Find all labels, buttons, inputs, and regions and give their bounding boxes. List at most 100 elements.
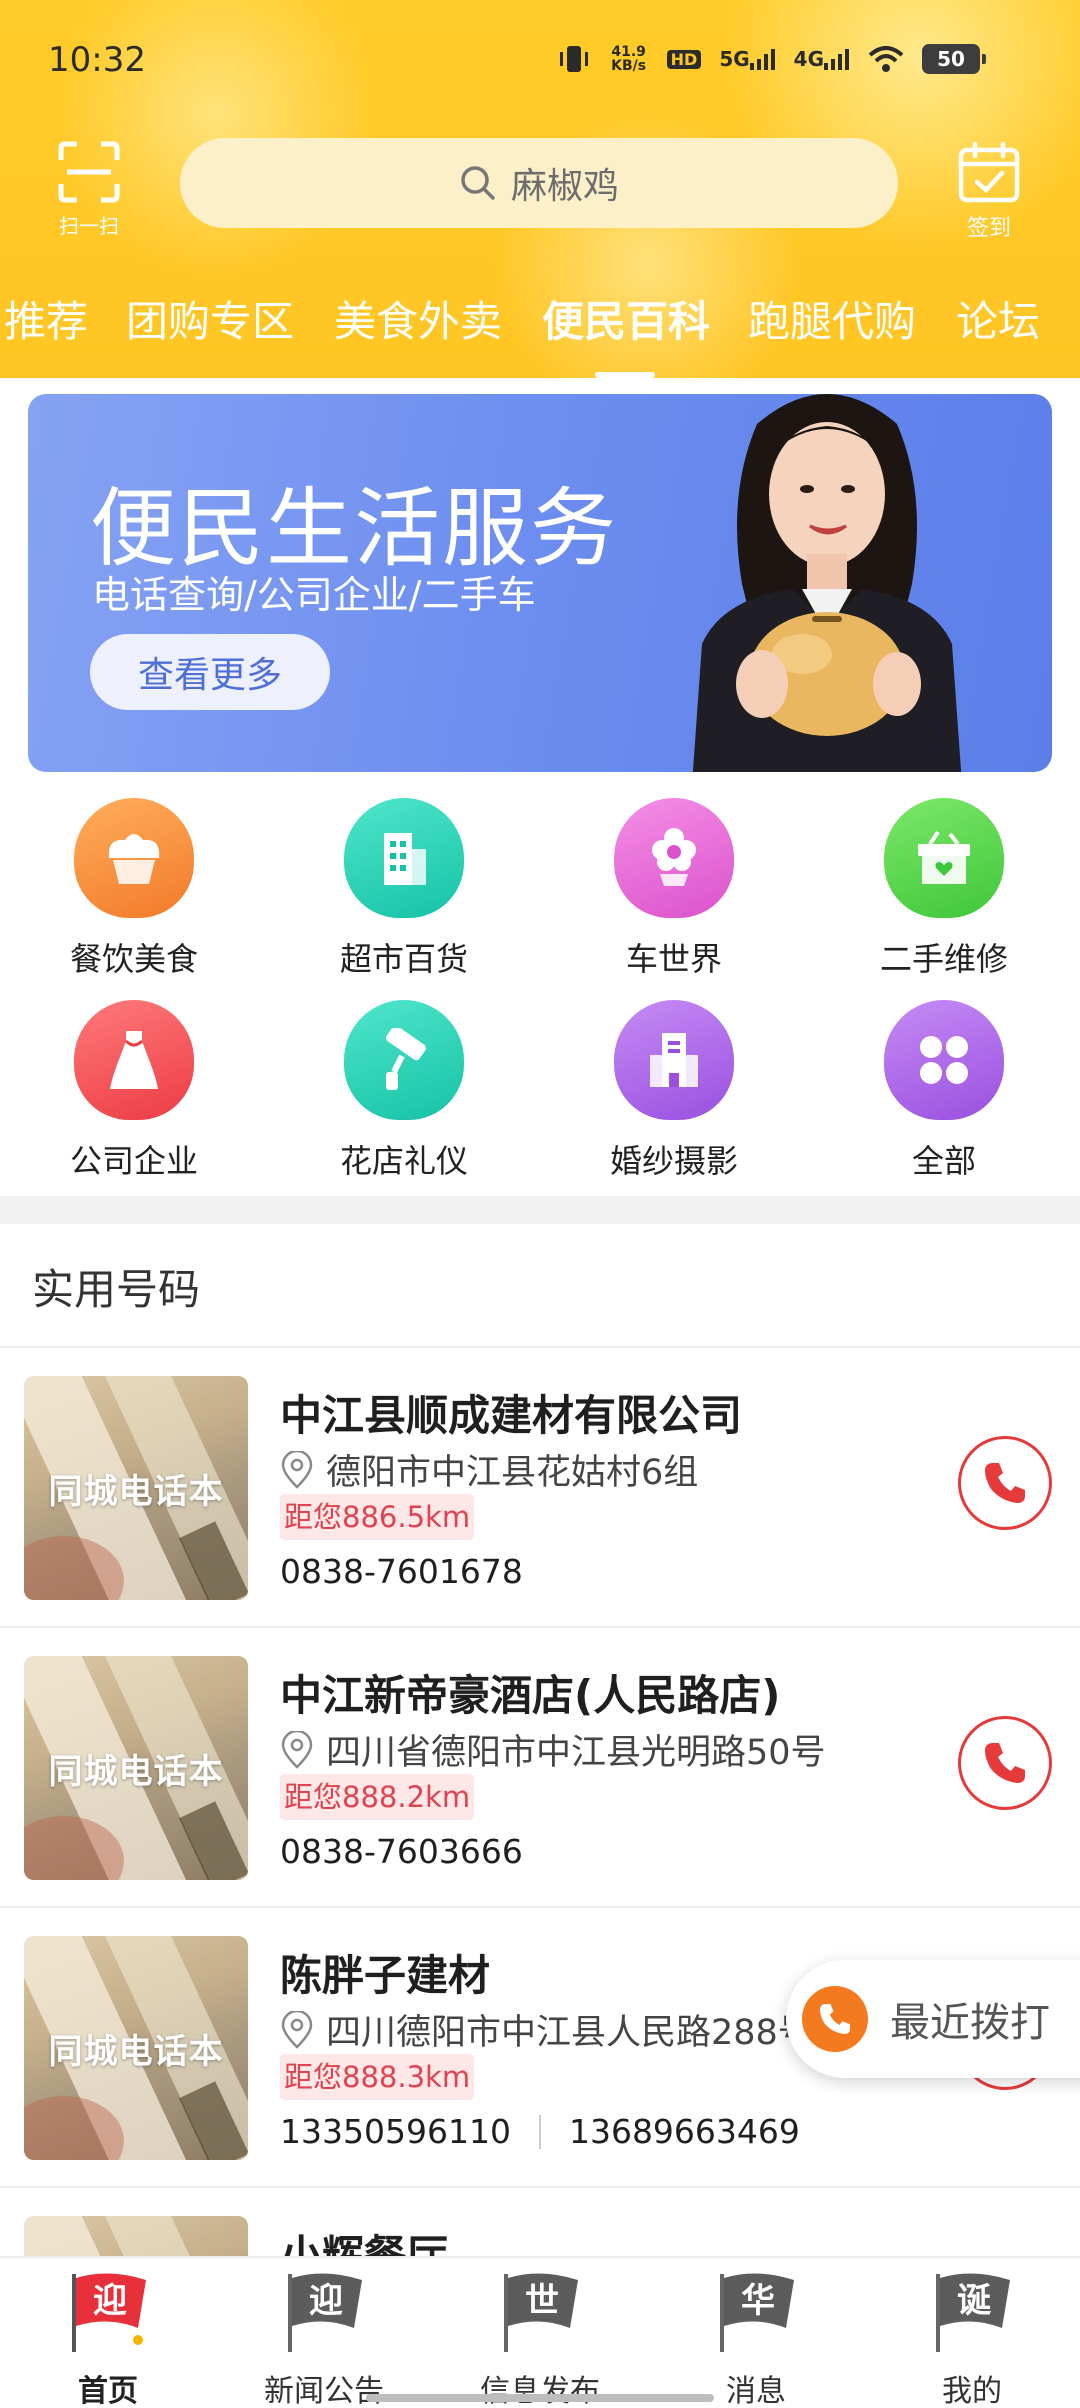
location-pin-icon bbox=[281, 1450, 313, 1489]
dress-icon bbox=[74, 1000, 194, 1120]
list-item[interactable]: 同城电话本 中江新帝豪酒店(人民路店) 四川省德阳市中江县光明路50号 距您88… bbox=[0, 1628, 1080, 1908]
phone-number[interactable]: 0838-7603666 bbox=[280, 1832, 523, 1871]
flag-char: 华 bbox=[741, 2281, 775, 2321]
office-building-icon bbox=[614, 1000, 734, 1120]
category-all[interactable]: 全部 bbox=[844, 1000, 1044, 1182]
address-text: 四川德阳市中江县人民路288号 bbox=[326, 2013, 813, 2053]
business-name: 陈胖子建材 bbox=[280, 1951, 491, 2000]
thumbnail-image: 同城电话本 bbox=[24, 1656, 248, 1880]
cupcake-icon bbox=[74, 798, 194, 918]
search-placeholder: 麻椒鸡 bbox=[510, 166, 619, 207]
bottom-nav: 迎 首页 迎 新闻公告 世 信息发布 华 消息 诞 我的 bbox=[0, 2256, 1080, 2408]
signal-5g-label: 5G bbox=[719, 47, 750, 71]
flag-char: 世 bbox=[525, 2281, 559, 2321]
checkin-button[interactable]: 签到 bbox=[952, 140, 1026, 242]
phone-icon bbox=[802, 1986, 868, 2052]
distance-badge: 距您886.5km bbox=[280, 1494, 475, 1540]
tab-food-delivery[interactable]: 美食外卖 bbox=[334, 288, 502, 349]
nav-messages[interactable]: 华 消息 bbox=[676, 2268, 836, 2408]
category-company[interactable]: 公司企业 bbox=[34, 1000, 234, 1182]
net-speed-text: 41.9 KB/s bbox=[611, 44, 647, 74]
category-secondhand[interactable]: 二手维修 bbox=[844, 798, 1044, 980]
search-icon bbox=[461, 166, 495, 200]
flag-char: 迎 bbox=[309, 2281, 343, 2321]
nav-profile[interactable]: 诞 我的 bbox=[892, 2268, 1052, 2408]
address-text: 四川省德阳市中江县光明路50号 bbox=[326, 1733, 826, 1773]
woman-with-piggy-bank-image bbox=[692, 394, 962, 772]
signal-5g-icon: 5G bbox=[719, 47, 775, 71]
view-more-button[interactable]: 查看更多 bbox=[90, 634, 330, 710]
gray-flag-icon: 迎 bbox=[288, 2273, 362, 2352]
category-label: 超市百货 bbox=[339, 940, 468, 978]
flag-char: 诞 bbox=[957, 2281, 991, 2321]
location-pin-icon bbox=[281, 1730, 313, 1769]
recent-calls-button[interactable]: 最近拨打 bbox=[786, 1960, 1080, 2078]
tab-errand[interactable]: 跑腿代购 bbox=[748, 288, 916, 349]
gift-box-icon bbox=[884, 798, 1004, 918]
scan-label: 扫一扫 bbox=[59, 214, 119, 238]
scan-icon bbox=[58, 141, 120, 203]
status-bar: 10:32 41.9 KB/s HD 5G 4G 50 bbox=[0, 0, 1080, 128]
category-florist[interactable]: 花店礼仪 bbox=[304, 1000, 504, 1182]
location-pin-icon bbox=[281, 2010, 313, 2049]
phone-divider bbox=[538, 2114, 541, 2149]
thumbnail-label: 同城电话本 bbox=[48, 1471, 224, 1512]
thumbnail-label: 同城电话本 bbox=[48, 2031, 224, 2072]
call-button[interactable] bbox=[958, 1436, 1052, 1530]
business-name: 中江新帝豪酒店(人民路店) bbox=[280, 1671, 781, 1720]
address: 四川省德阳市中江县光明路50号 bbox=[280, 1724, 826, 1775]
nav-news[interactable]: 迎 新闻公告 bbox=[244, 2268, 404, 2408]
distance-badge: 距您888.2km bbox=[280, 1774, 475, 1820]
four-petal-icon bbox=[884, 1000, 1004, 1120]
signal-4g-icon: 4G bbox=[794, 47, 850, 71]
nav-label: 首页 bbox=[78, 2374, 138, 2408]
home-indicator[interactable] bbox=[366, 2394, 714, 2402]
nav-home[interactable]: 迎 首页 bbox=[28, 2268, 188, 2408]
tab-forum[interactable]: 论坛 bbox=[956, 288, 1040, 349]
category-label: 花店礼仪 bbox=[339, 1142, 468, 1180]
recent-calls-label: 最近拨打 bbox=[890, 2000, 1050, 2046]
phone-number[interactable]: 13350596110 bbox=[280, 2112, 511, 2151]
phone-numbers: 13350596110 13689663469 bbox=[280, 2112, 800, 2151]
category-label: 全部 bbox=[911, 1142, 976, 1180]
battery-icon: 50 bbox=[922, 44, 986, 74]
category-car[interactable]: 车世界 bbox=[574, 798, 774, 980]
category-label: 餐饮美食 bbox=[69, 940, 198, 978]
scan-button[interactable]: 扫一扫 bbox=[52, 140, 126, 239]
address-text: 德阳市中江县花姑村6组 bbox=[326, 1453, 699, 1493]
phone-numbers: 0838-7603666 bbox=[280, 1832, 523, 1871]
call-button[interactable] bbox=[958, 1716, 1052, 1810]
hd-icon: HD bbox=[666, 49, 702, 69]
gray-flag-icon: 华 bbox=[720, 2273, 794, 2352]
thumbnail-image: 同城电话本 bbox=[24, 1376, 248, 1600]
tab-convenience[interactable]: 便民百科 bbox=[542, 288, 710, 349]
vibrate-icon bbox=[557, 44, 591, 74]
thumbnail-label: 同城电话本 bbox=[48, 1751, 224, 1792]
phone-icon bbox=[985, 1743, 1025, 1783]
tab-group-buy[interactable]: 团购专区 bbox=[126, 288, 294, 349]
promo-banner[interactable]: 便民生活服务 电话查询/公司企业/二手车 查看更多 bbox=[28, 394, 1052, 772]
phone-number[interactable]: 13689663469 bbox=[569, 2112, 800, 2151]
active-tab-indicator bbox=[595, 372, 655, 378]
paint-roller-icon bbox=[344, 1000, 464, 1120]
wifi-icon bbox=[868, 45, 904, 73]
section-title: 实用号码 bbox=[32, 1265, 201, 1314]
category-wedding-photo[interactable]: 婚纱摄影 bbox=[574, 1000, 774, 1182]
category-supermarket[interactable]: 超市百货 bbox=[304, 798, 504, 980]
category-dining[interactable]: 餐饮美食 bbox=[34, 798, 234, 980]
tab-recommend[interactable]: 推荐 bbox=[4, 288, 88, 349]
category-label: 公司企业 bbox=[69, 1142, 198, 1180]
section-divider bbox=[0, 1196, 1080, 1224]
phone-number[interactable]: 0838-7601678 bbox=[280, 1552, 523, 1591]
signal-4g-label: 4G bbox=[793, 47, 824, 71]
address: 德阳市中江县花姑村6组 bbox=[280, 1444, 698, 1495]
banner-subtitle: 电话查询/公司企业/二手车 bbox=[92, 573, 536, 617]
list-item[interactable]: 同城电话本 中江县顺成建材有限公司 德阳市中江县花姑村6组 距您886.5km … bbox=[0, 1348, 1080, 1628]
address: 四川德阳市中江县人民路288号 bbox=[280, 2004, 813, 2055]
red-flag-icon: 迎 bbox=[72, 2273, 146, 2352]
gray-flag-icon: 世 bbox=[504, 2273, 578, 2352]
search-input[interactable]: 麻椒鸡 bbox=[180, 138, 898, 228]
checkin-label: 签到 bbox=[966, 216, 1011, 241]
status-time: 10:32 bbox=[48, 40, 146, 80]
nav-publish[interactable]: 世 信息发布 bbox=[460, 2268, 620, 2408]
